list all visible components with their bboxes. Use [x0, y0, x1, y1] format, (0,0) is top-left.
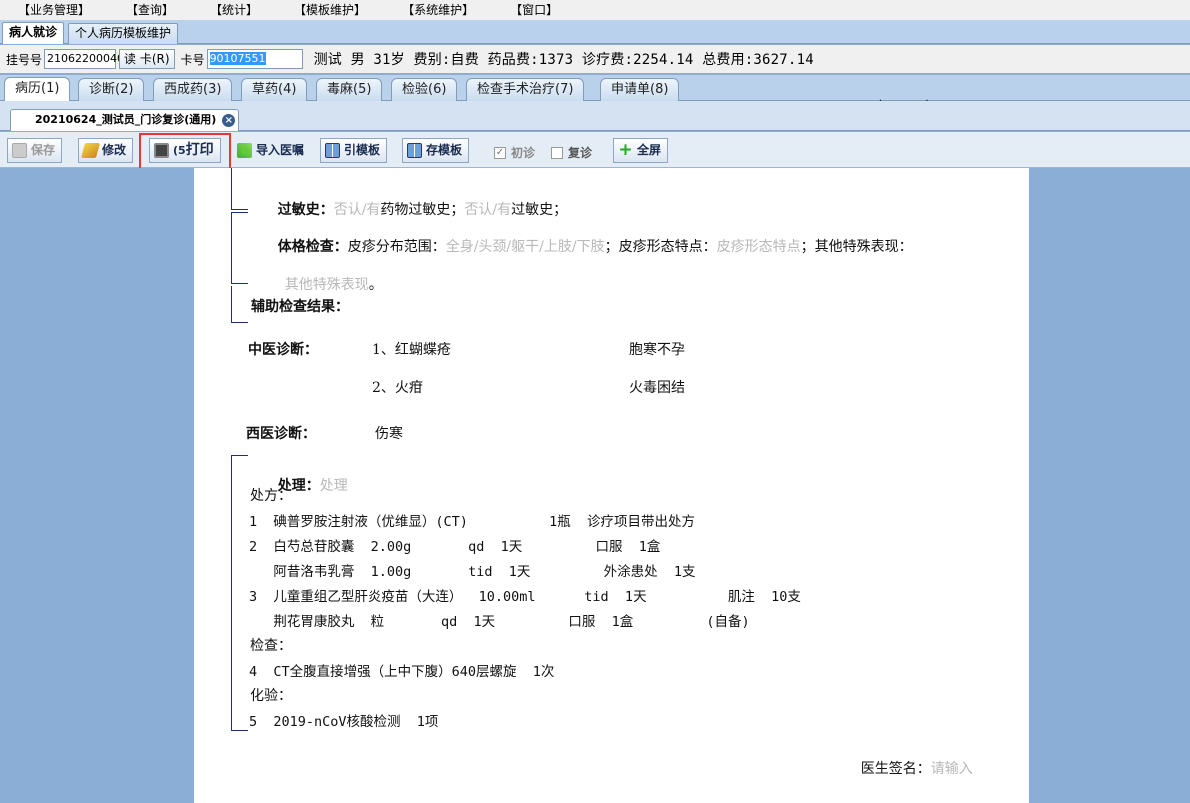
menu-query[interactable]: 【查询】 [108, 1, 192, 19]
wm-label: 西医诊断： [246, 426, 316, 442]
menu-window[interactable]: 【窗口】 [492, 1, 576, 19]
tab-request-form[interactable]: 申请单(8) [600, 78, 680, 101]
record-document: 过敏史：否认/有药物过敏史；否认/有过敏史； 体格检查：皮疹分布范围：全身/头颈… [194, 168, 1029, 803]
exam-section-label: 检查： [250, 638, 292, 654]
rx-line[interactable]: 荆花胃康胶丸 粒 qd 1天 口服 1盒 (自备) [249, 610, 749, 630]
plus-icon: + [618, 140, 633, 160]
doctor-signature[interactable]: 医生签名：请输入 [834, 742, 973, 794]
allergy-label: 过敏史： [277, 202, 334, 218]
rx-line[interactable]: 2 白芍总苷胶囊 2.00g qd 1天 口服 1盒 [249, 535, 660, 555]
import-order-button[interactable]: 导入医嘱 [232, 138, 311, 163]
tcm-syndrome-1[interactable]: 胞寒不孕 [629, 339, 685, 359]
tab-herbal[interactable]: 草药(4) [241, 78, 308, 101]
record-tab-strip: 病历(1) 诊断(2) 西成药(3) 草药(4) 毒麻(5) 检验(6) 检查手… [0, 75, 1190, 101]
exam-end: 。 [368, 277, 383, 293]
book-icon [325, 143, 340, 158]
checkbox-checked-icon: ✓ [494, 146, 506, 159]
tab-medical-record[interactable]: 病历(1) [4, 77, 71, 101]
wm-dx[interactable]: 伤寒 [375, 423, 403, 443]
left-gutter [0, 168, 194, 803]
tab-diagnosis[interactable]: 诊断(2) [78, 78, 145, 101]
highlight-frame [139, 133, 231, 172]
allergy-text-1: 药物过敏史； [380, 202, 465, 218]
treatment-bracket [231, 455, 248, 731]
cite-template-label: 引模板 [344, 143, 381, 157]
treatment-placeholder[interactable]: 处理 [320, 478, 348, 494]
lab-section-label: 化验： [250, 688, 292, 704]
lab-order-line[interactable]: 5 2019-nCoV核酸检测 1项 [249, 710, 438, 730]
edit-button[interactable]: 修改 [78, 138, 134, 163]
tab-western-medicine[interactable]: 西成药(3) [153, 78, 233, 101]
checkbox-unchecked-icon [551, 146, 563, 159]
fullscreen-button[interactable]: + 全屏 [613, 138, 669, 163]
book-icon [407, 143, 422, 158]
pencil-icon [80, 143, 101, 158]
revisit-checkbox[interactable]: 复诊 [551, 144, 592, 161]
allergy-text-2: 过敏史； [511, 202, 568, 218]
tab-personal-template[interactable]: 个人病历模板维护 [68, 23, 179, 44]
import-icon [237, 143, 252, 158]
tab-narcotic[interactable]: 毒麻(5) [316, 78, 383, 101]
save-template-label: 存模板 [426, 143, 463, 157]
save-label: 保存 [31, 143, 56, 157]
card-no-label: 卡号 [180, 52, 205, 67]
rx-line[interactable]: 阿昔洛韦乳膏 1.00g tid 1天 外涂患处 1支 [249, 560, 695, 580]
save-button[interactable]: 保存 [7, 138, 63, 163]
rx-line[interactable]: 3 儿童重组乙型肝炎疫苗（大连） 10.00ml tid 1天 肌注 10支 [249, 585, 801, 605]
aux-bracket [231, 286, 248, 323]
signature-label: 医生签名： [860, 761, 931, 777]
tcm-syndrome-2[interactable]: 火毒困结 [629, 377, 685, 397]
exam-order-line[interactable]: 4 CT全腹直接增强（上中下腹）640层螺旋 1次 [249, 660, 554, 680]
revisit-label: 复诊 [568, 146, 593, 160]
document-tab[interactable]: 20210624_测试员_门诊复诊(通用) × [10, 109, 240, 131]
exam-label: 体格检查： [277, 239, 348, 255]
reg-no-field[interactable]: 21062200040 [44, 49, 124, 69]
cite-template-button[interactable]: 引模板 [320, 138, 388, 163]
edit-label: 修改 [102, 143, 127, 157]
exam-text-2: ；皮疹形态特点： [604, 239, 717, 255]
main-tab-strip: 病人就诊 个人病历模板维护 [0, 20, 1190, 44]
save-template-button[interactable]: 存模板 [402, 138, 470, 163]
first-visit-label: 初诊 [511, 146, 536, 160]
tab-exam-surgery[interactable]: 检查手术治疗(7) [466, 78, 585, 101]
menu-system-maintenance[interactable]: 【系统维护】 [384, 1, 492, 19]
tcm-dx-1[interactable]: 1、红蝴蝶疮 [372, 339, 451, 359]
read-card-button[interactable]: 读 卡(R) [119, 49, 175, 69]
exam-text-1: 皮疹分布范围： [347, 239, 446, 255]
card-no-value: 90107551 [209, 52, 266, 65]
menu-business[interactable]: 【业务管理】 [0, 1, 108, 19]
import-order-label: 导入医嘱 [256, 143, 305, 157]
tab-lab-test[interactable]: 检验(6) [391, 78, 458, 101]
signature-placeholder[interactable]: 请输入 [931, 761, 973, 777]
aux-label[interactable]: 辅助检查结果： [251, 296, 349, 316]
document-tab-label: 20210624_测试员_门诊复诊(通用) [35, 113, 217, 126]
document-tab-strip: 20210624_测试员_门诊复诊(通用) × [0, 101, 1190, 131]
exam-text-3: ；其他特殊表现： [800, 239, 913, 255]
tab-patient-visit[interactable]: 病人就诊 [2, 22, 65, 44]
patient-info-bar: 挂号号 21062200040 读 卡(R) 卡号 90107551 测试 男 … [0, 45, 1190, 74]
save-icon [12, 143, 27, 158]
exam-placeholder-3[interactable]: 其他特殊表现 [285, 277, 369, 293]
allergy-placeholder-1[interactable]: 否认/有 [334, 202, 381, 218]
card-no-field[interactable]: 90107551 [206, 49, 303, 69]
record-page[interactable]: 过敏史：否认/有药物过敏史；否认/有过敏史； 体格检查：皮疹分布范围：全身/头颈… [194, 168, 1029, 803]
rx-line[interactable]: 1 碘普罗胺注射液（优维显）(CT) 1瓶 诊疗项目带出处方 [249, 510, 695, 530]
allergy-bracket [231, 168, 248, 210]
reg-no-label: 挂号号 [6, 52, 43, 67]
close-icon[interactable]: × [222, 114, 236, 127]
allergy-placeholder-2[interactable]: 否认/有 [464, 202, 511, 218]
exam-placeholder-2[interactable]: 皮疹形态特点 [717, 239, 801, 255]
fullscreen-label: 全屏 [637, 143, 662, 157]
exam-placeholder-1[interactable]: 全身/头颈/躯干/上肢/下肢 [446, 239, 605, 255]
menu-statistics[interactable]: 【统计】 [192, 1, 276, 19]
tcm-dx-2[interactable]: 2、火疳 [372, 377, 423, 397]
menu-template-maintenance[interactable]: 【模板维护】 [276, 1, 384, 19]
tcm-label: 中医诊断： [248, 342, 318, 358]
patient-summary: 测试 男 31岁 费别:自费 药品费:1373 诊疗费:2254.14 总费用:… [313, 52, 814, 68]
exam-bracket [231, 212, 248, 284]
first-visit-checkbox[interactable]: ✓ 初诊 [494, 144, 535, 161]
menu-bar: 【业务管理】 【查询】 【统计】 【模板维护】 【系统维护】 【窗口】 [0, 0, 1190, 20]
rx-label: 处方： [250, 488, 292, 504]
